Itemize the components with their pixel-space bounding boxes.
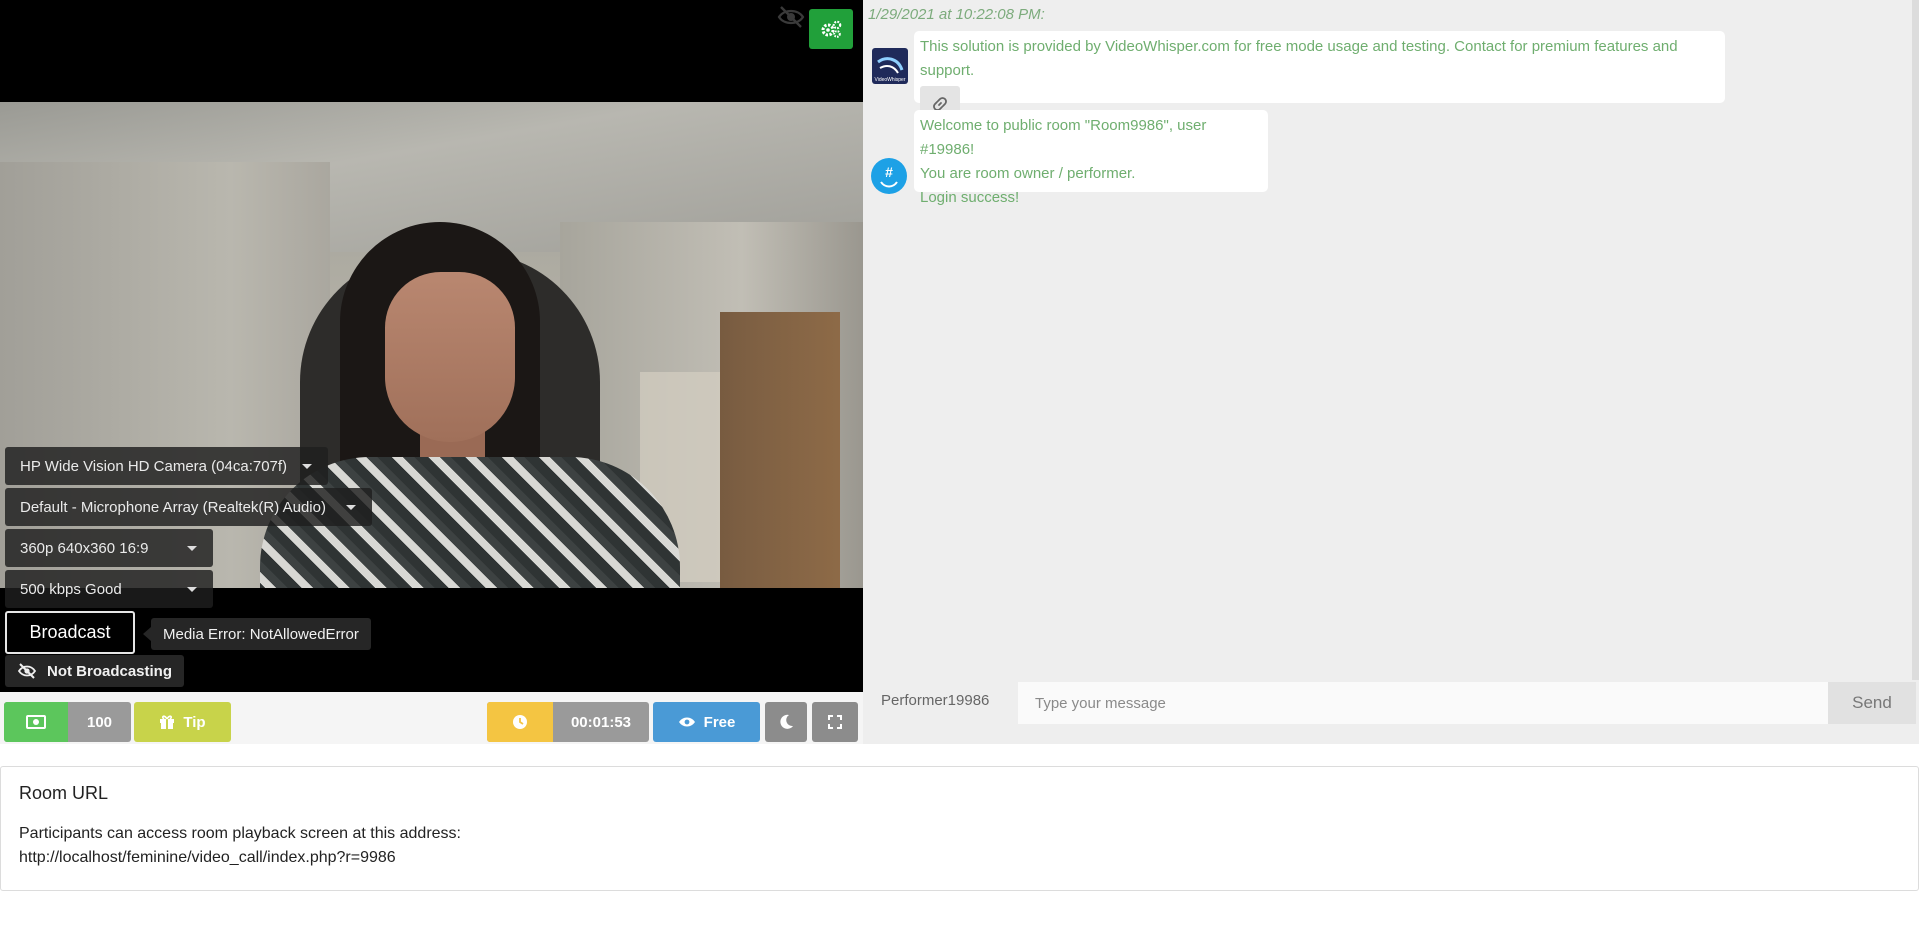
room-url-link[interactable]: http://localhost/feminine/video_call/ind… — [19, 846, 1900, 870]
chevron-down-icon — [346, 505, 356, 510]
gift-icon — [160, 715, 175, 729]
room-url-panel: Room URL Participants can access room pl… — [0, 766, 1919, 891]
message-timestamp: 1/29/2021 at 10:22:08 PM: — [868, 6, 1045, 23]
settings-button[interactable] — [809, 9, 853, 49]
svg-text:#: # — [885, 164, 893, 180]
hashtag-avatar: # — [871, 158, 907, 194]
room-url-title: Room URL — [19, 783, 109, 803]
chat-input-row: Performer19986 Send — [863, 680, 1916, 724]
tip-label: Tip — [183, 713, 206, 731]
camera-select-value: HP Wide Vision HD Camera (04ca:707f) — [20, 457, 288, 475]
balance-value: 100 — [86, 713, 113, 731]
chevron-down-icon — [187, 546, 197, 551]
session-timer: 00:01:53 — [487, 702, 649, 742]
broadcast-button[interactable]: Broadcast — [5, 611, 135, 654]
money-icon-wrap — [4, 702, 68, 742]
chat-message-line: You are room owner / performer. — [920, 165, 1136, 182]
svg-text:VideoWhisper: VideoWhisper — [874, 77, 905, 83]
balance-button[interactable]: 100 — [4, 702, 131, 742]
money-icon — [26, 715, 46, 729]
message-input[interactable] — [1018, 682, 1828, 724]
chat-message-line: Login success! — [920, 189, 1020, 206]
camera-select[interactable]: HP Wide Vision HD Camera (04ca:707f) — [5, 447, 328, 485]
clock-icon — [513, 715, 527, 729]
video-panel: HP Wide Vision HD Camera (04ca:707f) Def… — [0, 0, 863, 692]
microphone-select[interactable]: Default - Microphone Array (Realtek(R) A… — [5, 488, 372, 526]
send-button[interactable]: Send — [1828, 682, 1916, 724]
app-root: HP Wide Vision HD Camera (04ca:707f) Def… — [0, 0, 1919, 934]
moon-icon — [780, 714, 793, 729]
media-error-tooltip: Media Error: NotAllowedError — [143, 618, 371, 650]
chat-panel: 1/29/2021 at 10:22:08 PM: VideoWhisper T… — [863, 0, 1919, 744]
chat-message: This solution is provided by VideoWhispe… — [914, 31, 1725, 122]
chat-message-line: Welcome to public room "Room9986", user … — [920, 117, 1207, 158]
fullscreen-button[interactable] — [812, 702, 858, 742]
chevron-down-icon — [302, 464, 312, 469]
username-label: Performer19986 — [881, 692, 990, 709]
eye-icon — [678, 717, 695, 727]
timer-value: 00:01:53 — [570, 713, 632, 731]
mode-label: Free — [703, 713, 736, 731]
resolution-select-value: 360p 640x360 16:9 — [20, 539, 149, 557]
resolution-select[interactable]: 360p 640x360 16:9 — [5, 529, 213, 567]
media-error-text: Media Error: NotAllowedError — [163, 625, 359, 643]
microphone-select-value: Default - Microphone Array (Realtek(R) A… — [20, 498, 326, 516]
videowhisper-logo: VideoWhisper — [872, 48, 908, 84]
mode-free-button[interactable]: Free — [653, 702, 760, 742]
dark-mode-button[interactable] — [765, 702, 807, 742]
chat-message: Welcome to public room "Room9986", user … — [914, 110, 1268, 206]
control-bar: 100 Tip 00:01:53 Free — [0, 692, 863, 744]
broadcast-status-text: Not Broadcasting — [47, 662, 173, 680]
tip-button[interactable]: Tip — [134, 702, 231, 742]
bitrate-select-value: 500 kbps Good — [20, 580, 122, 598]
chat-scrollbar[interactable] — [1912, 0, 1919, 680]
clock-icon-wrap — [487, 702, 553, 742]
eye-slash-icon — [777, 6, 805, 28]
bitrate-select[interactable]: 500 kbps Good — [5, 570, 213, 608]
fullscreen-icon — [828, 715, 842, 729]
eye-slash-icon — [17, 663, 37, 679]
chevron-down-icon — [187, 587, 197, 592]
chat-message-text: This solution is provided by VideoWhispe… — [920, 38, 1678, 79]
broadcast-status-badge: Not Broadcasting — [5, 655, 185, 687]
room-url-description: Participants can access room playback sc… — [19, 825, 461, 842]
cogs-icon — [821, 20, 842, 38]
